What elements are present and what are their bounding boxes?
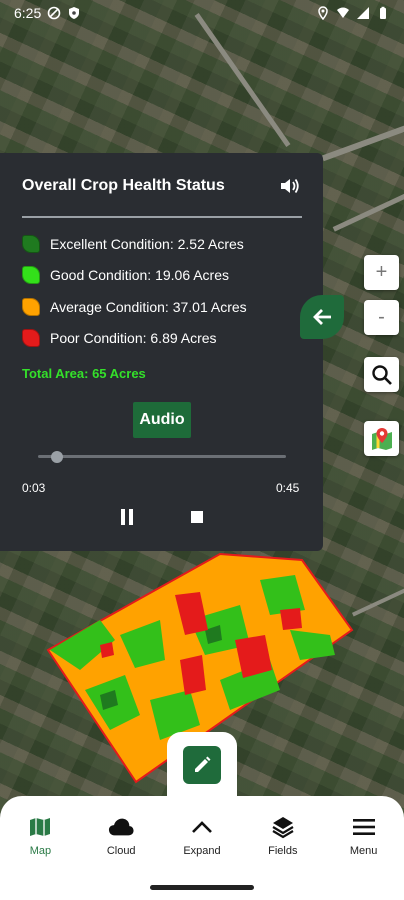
legend-label: Average Condition: 37.01 Acres	[50, 299, 247, 315]
stop-icon[interactable]	[191, 511, 203, 523]
maps-button[interactable]	[364, 421, 399, 456]
nav-label: Expand	[183, 845, 221, 857]
nav-label: Menu	[349, 845, 378, 857]
legend-label: Good Condition: 19.06 Acres	[50, 267, 230, 283]
legend-row-good: Good Condition: 19.06 Acres	[22, 264, 229, 286]
legend-row-average: Average Condition: 37.01 Acres	[22, 296, 247, 318]
battery-icon	[380, 6, 386, 19]
legend-row-poor: Poor Condition: 6.89 Acres	[22, 327, 217, 349]
legend-swatch	[22, 266, 40, 284]
collapse-panel-button[interactable]	[300, 295, 344, 339]
total-area: Total Area: 65 Acres	[22, 366, 146, 381]
gesture-bar	[0, 876, 404, 900]
layers-icon	[270, 815, 296, 839]
speaker-icon[interactable]	[279, 177, 301, 195]
map-pin-icon	[371, 427, 392, 450]
audio-current-time: 0:03	[22, 481, 46, 495]
bottom-navigation: Map Cloud Expand Fields Menu	[0, 796, 404, 876]
legend-swatch	[22, 329, 40, 347]
audio-seek-thumb[interactable]	[51, 451, 63, 463]
search-button[interactable]	[364, 357, 399, 392]
map-road	[194, 13, 291, 147]
crop-health-panel: Overall Crop Health Status Excellent Con…	[0, 153, 323, 551]
pencil-icon	[195, 756, 211, 772]
zoom-in-button[interactable]: +	[364, 255, 399, 290]
search-icon	[371, 364, 392, 385]
legend-swatch	[22, 235, 40, 253]
nav-item-map[interactable]: Map	[0, 796, 81, 876]
zoom-out-button[interactable]: -	[364, 300, 399, 335]
cloud-icon	[108, 815, 134, 839]
nav-item-cloud[interactable]: Cloud	[81, 796, 162, 876]
nav-item-menu[interactable]: Menu	[323, 796, 404, 876]
nav-item-fields[interactable]: Fields	[242, 796, 323, 876]
legend-label: Poor Condition: 6.89 Acres	[50, 330, 217, 346]
legend-label: Excellent Condition: 2.52 Acres	[50, 236, 244, 252]
audio-button[interactable]: Audio	[133, 402, 191, 438]
wifi-icon	[337, 7, 349, 18]
legend-swatch	[22, 298, 40, 316]
gesture-handle[interactable]	[150, 885, 254, 890]
panel-divider	[22, 216, 302, 218]
hamburger-menu-icon	[351, 815, 377, 839]
nav-label: Cloud	[106, 845, 136, 857]
nav-label: Map	[29, 845, 52, 857]
status-time: 6:25	[14, 5, 42, 21]
shield-icon	[69, 7, 80, 19]
signal-icon	[357, 7, 369, 19]
status-bar: 6:25	[0, 0, 404, 26]
map-road	[321, 124, 404, 162]
edit-button[interactable]	[183, 746, 221, 784]
location-icon	[318, 6, 328, 20]
nav-item-expand[interactable]: Expand	[162, 796, 243, 876]
panel-title: Overall Crop Health Status	[22, 177, 225, 194]
chevron-up-icon	[189, 815, 215, 839]
audio-seek-bar[interactable]	[38, 455, 286, 458]
map-icon	[27, 815, 53, 839]
do-not-disturb-icon	[47, 6, 61, 20]
audio-total-time: 0:45	[276, 481, 300, 495]
legend-row-excellent: Excellent Condition: 2.52 Acres	[22, 233, 244, 255]
pause-icon[interactable]	[120, 509, 134, 525]
map-road	[332, 193, 404, 232]
arrow-left-icon	[313, 309, 331, 325]
nav-label: Fields	[268, 845, 298, 857]
